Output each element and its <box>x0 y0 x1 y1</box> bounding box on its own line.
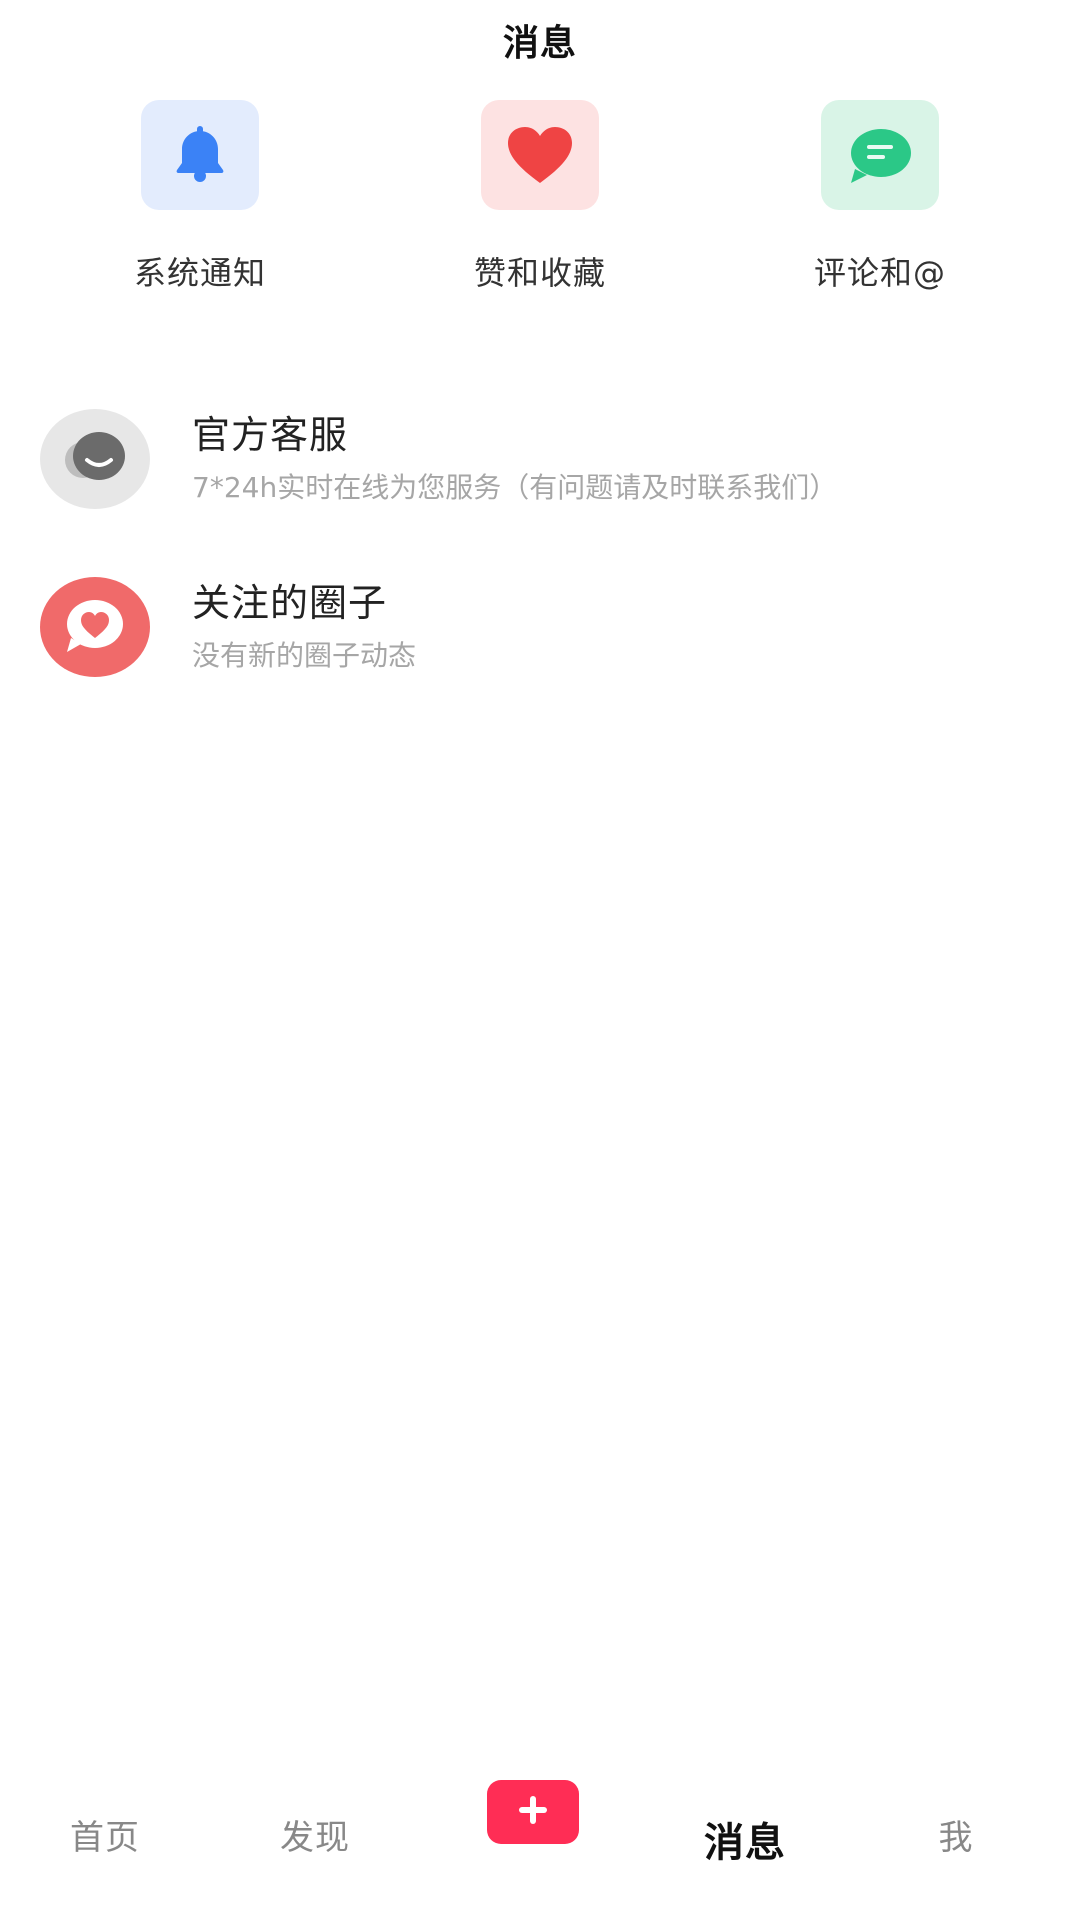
bottom-tab-bar: 首页 发现 消息 我 <box>0 1780 1080 1920</box>
quick-action-label: 系统通知 <box>133 254 266 292</box>
page-title: 消息 <box>502 23 577 64</box>
circle-heart-icon <box>40 577 150 677</box>
quick-action-comments-mentions[interactable]: 评论和@ <box>740 100 1020 294</box>
quick-actions: 系统通知 赞和收藏 评论和@ <box>0 100 1080 294</box>
tab-discover[interactable]: 发现 <box>235 1810 395 1859</box>
quick-action-label: 评论和@ <box>813 254 946 292</box>
item-text: 关注的圈子 没有新的圈子动态 <box>192 581 1040 672</box>
quick-action-likes-favorites[interactable]: 赞和收藏 <box>400 100 680 294</box>
item-title: 官方客服 <box>192 413 349 458</box>
message-list: 官方客服 7*24h实时在线为您服务（有问题请及时联系我们） 关注的圈子 没有新… <box>0 375 1080 711</box>
item-title: 关注的圈子 <box>192 581 388 626</box>
comment-icon <box>821 100 939 210</box>
header: 消息 <box>0 0 1080 80</box>
plus-icon <box>513 1790 553 1834</box>
customer-service-icon <box>40 409 150 509</box>
tab-messages[interactable]: 消息 <box>665 1810 825 1868</box>
heart-icon <box>481 100 599 210</box>
quick-action-label: 赞和收藏 <box>473 254 606 292</box>
bell-icon <box>141 100 259 210</box>
item-subtitle: 7*24h实时在线为您服务（有问题请及时联系我们） <box>192 471 838 504</box>
create-post-button[interactable] <box>487 1780 579 1844</box>
list-item-official-support[interactable]: 官方客服 7*24h实时在线为您服务（有问题请及时联系我们） <box>0 375 1080 543</box>
tab-home[interactable]: 首页 <box>25 1810 185 1859</box>
item-text: 官方客服 7*24h实时在线为您服务（有问题请及时联系我们） <box>192 413 1040 504</box>
quick-action-system-notice[interactable]: 系统通知 <box>60 100 340 294</box>
tab-me[interactable]: 我 <box>876 1810 1036 1859</box>
item-subtitle: 没有新的圈子动态 <box>192 639 417 672</box>
list-item-followed-circles[interactable]: 关注的圈子 没有新的圈子动态 <box>0 543 1080 711</box>
messages-page: 消息 系统通知 赞和收藏 评论和@ 官方客服 7*24h实时在线为您服务（有问题… <box>0 0 1080 1920</box>
